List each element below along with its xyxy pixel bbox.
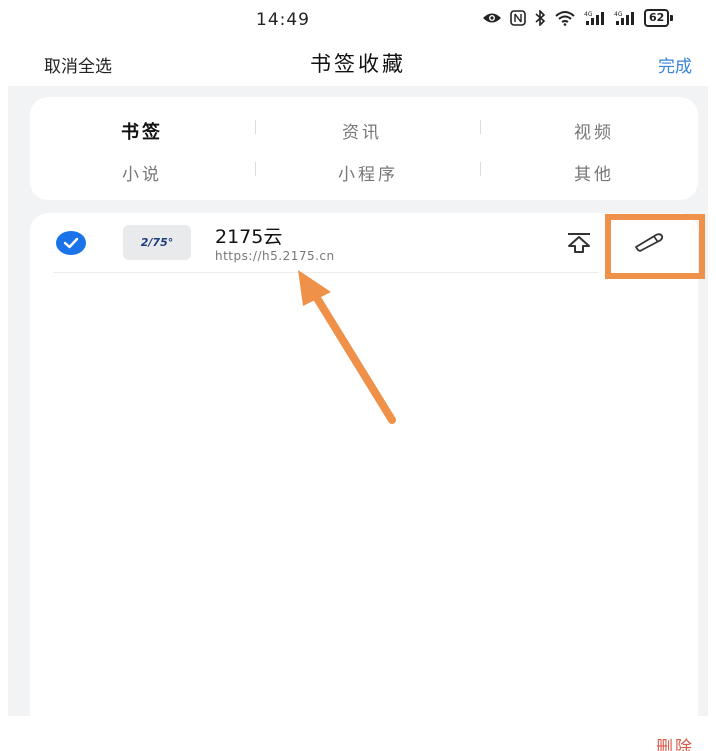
divider bbox=[255, 120, 256, 134]
signal-2-icon: 4G bbox=[614, 10, 636, 26]
bookmark-title: 2175云 bbox=[215, 226, 283, 248]
bookmark-list bbox=[30, 213, 698, 716]
battery-icon: 62 bbox=[644, 9, 674, 27]
signal-1-icon: 4G bbox=[584, 10, 606, 26]
eye-icon bbox=[482, 11, 502, 25]
divider bbox=[480, 162, 481, 176]
battery-level: 62 bbox=[644, 9, 670, 27]
status-icons: 4G 4G 62 bbox=[482, 9, 674, 27]
status-bar: 14:49 4G 4G 62 bbox=[0, 0, 716, 40]
bluetooth-icon bbox=[534, 10, 546, 26]
bookmark-url: https://h5.2175.cn bbox=[215, 249, 335, 263]
highlight-box bbox=[605, 214, 705, 279]
checkbox-checked-icon[interactable] bbox=[56, 231, 86, 255]
status-time: 14:49 bbox=[256, 10, 310, 30]
divider bbox=[255, 162, 256, 176]
move-to-top-icon[interactable] bbox=[565, 232, 593, 254]
divider bbox=[480, 120, 481, 134]
site-favicon: 2/75° bbox=[123, 225, 191, 260]
delete-button[interactable]: 删除 bbox=[656, 733, 694, 751]
done-button[interactable]: 完成 bbox=[658, 52, 692, 77]
svg-text:4G: 4G bbox=[614, 11, 623, 18]
tab-mini-program[interactable]: 小程序 bbox=[268, 160, 468, 185]
svg-text:4G: 4G bbox=[584, 11, 593, 18]
nfc-icon bbox=[510, 10, 526, 26]
tab-video[interactable]: 视频 bbox=[494, 118, 694, 143]
divider bbox=[53, 272, 599, 273]
tab-bookmarks[interactable]: 书签 bbox=[42, 118, 242, 144]
tab-news[interactable]: 资讯 bbox=[262, 118, 462, 143]
tab-other[interactable]: 其他 bbox=[494, 160, 694, 185]
wifi-icon bbox=[554, 10, 576, 26]
page-title: 书签收藏 bbox=[310, 52, 406, 76]
bottom-bar: 删除 bbox=[0, 716, 716, 751]
tab-novel[interactable]: 小说 bbox=[42, 160, 242, 185]
header: 取消全选 书签收藏 完成 bbox=[0, 40, 716, 86]
